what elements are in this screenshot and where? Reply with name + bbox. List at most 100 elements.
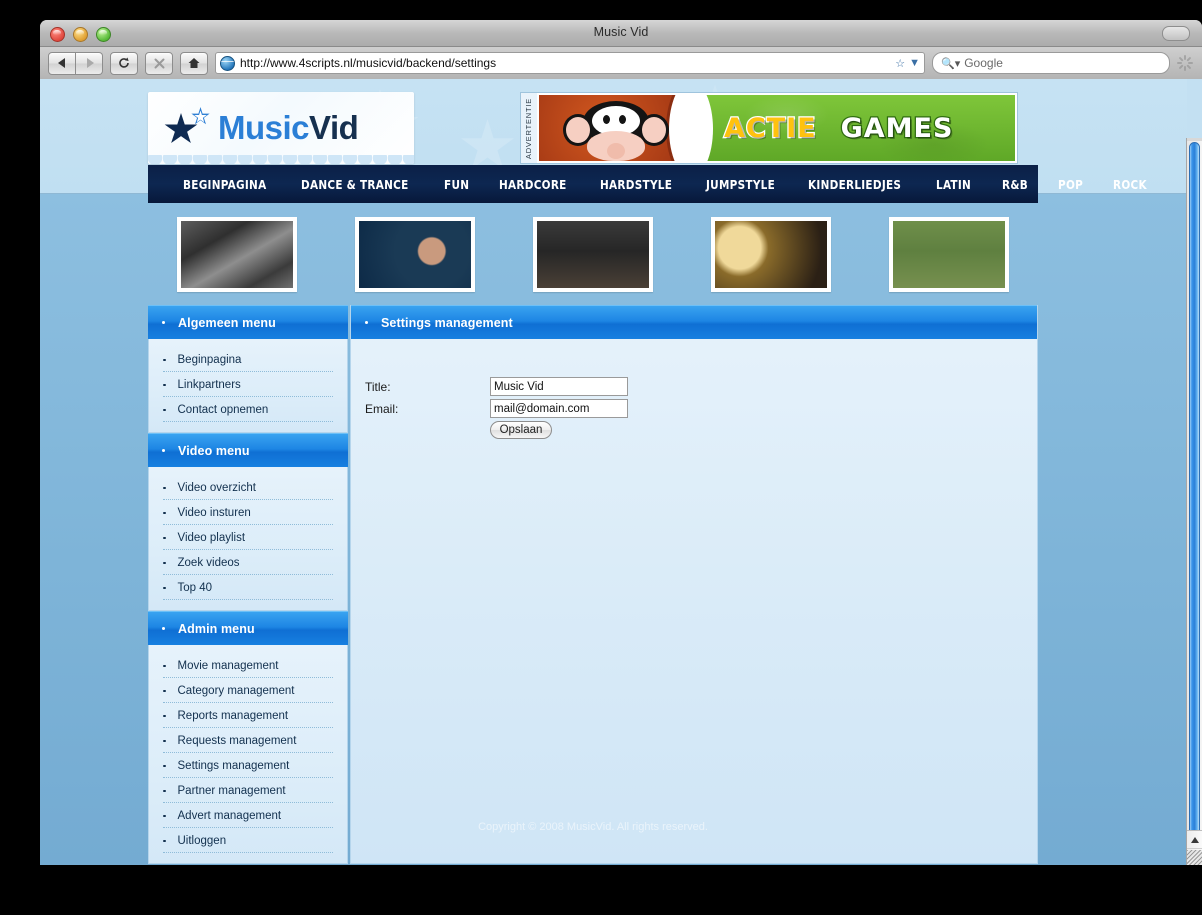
copyright-text: Copyright © 2008 MusicVid. All rights re… (478, 821, 708, 833)
logo-text-music: Music (218, 109, 310, 146)
star-logo-icon (164, 107, 218, 149)
sidebar-item-label: Settings management (177, 760, 290, 772)
sidebar-item-settings-management[interactable]: Settings management (163, 757, 333, 778)
bullet-icon (163, 586, 166, 590)
chevron-down-icon[interactable]: ▼ (909, 57, 920, 69)
sidebar-item-video-overzicht[interactable]: Video overzicht (163, 479, 333, 500)
sidebar-panel-header-admin[interactable]: Admin menu (148, 611, 348, 645)
sidebar-item-label: Movie management (177, 660, 279, 672)
sidebar-item-category-management[interactable]: Category management (163, 682, 333, 703)
scrollbar-thumb[interactable] (1189, 142, 1200, 865)
nav-item-hardcore[interactable]: HARDCORE (486, 177, 580, 192)
site-logo[interactable]: MusicVid (148, 92, 414, 164)
nav-item-beginpagina[interactable]: BEGINPAGINA (170, 177, 279, 192)
sidebar-item-uitloggen[interactable]: Uitloggen (163, 832, 333, 853)
title-input[interactable] (490, 377, 628, 396)
page-viewport: MusicVid ADVERTENTIE ACTIE GAMES BEGINPA… (40, 79, 1202, 865)
spinner-icon (1176, 54, 1194, 72)
nav-item-rock[interactable]: ROCK (1100, 177, 1160, 192)
nav-item-pop[interactable]: POP (1045, 177, 1096, 192)
sidebar-item-beginpagina[interactable]: Beginpagina (163, 351, 333, 372)
bullet-icon (163, 561, 166, 565)
sidebar-item-label: Category management (177, 685, 295, 697)
browser-window: Music Vid http://www.4scripts.nl/musicvi… (40, 20, 1202, 865)
save-button[interactable]: Opslaan (490, 421, 552, 439)
reload-button[interactable] (110, 51, 138, 75)
window-title-bar: Music Vid (40, 20, 1202, 47)
browser-toolbar: http://www.4scripts.nl/musicvid/backend/… (40, 47, 1202, 80)
advertisement-banner[interactable]: ADVERTENTIE ACTIE GAMES (520, 92, 1018, 164)
sidebar-panel-title: Admin menu (178, 621, 255, 636)
sidebar-item-top-40[interactable]: Top 40 (163, 579, 333, 600)
video-thumbnail-1[interactable] (177, 216, 297, 292)
nav-item-fun[interactable]: FUN (431, 177, 482, 192)
bullet-icon (162, 627, 165, 630)
nav-item-rnb[interactable]: R&B (989, 177, 1041, 192)
sidebar-item-contact-opnemen[interactable]: Contact opnemen (163, 401, 333, 422)
forward-button[interactable] (76, 51, 103, 75)
sidebar-item-video-insturen[interactable]: Video insturen (163, 504, 333, 525)
sidebar-item-reports-management[interactable]: Reports management (163, 707, 333, 728)
sidebar-item-linkpartners[interactable]: Linkpartners (163, 376, 333, 397)
site-container: MusicVid ADVERTENTIE ACTIE GAMES BEGINPA… (148, 79, 1146, 864)
page-title: Settings management (381, 315, 513, 330)
scroll-up-button[interactable] (1187, 831, 1202, 849)
nav-item-jumpstyle[interactable]: JUMPSTYLE (693, 177, 788, 192)
sidebar-panel-video: Video menu Video overzicht Video insture… (148, 433, 348, 611)
navigation-buttons (48, 51, 103, 75)
sidebar-panel-body-algemeen: Beginpagina Linkpartners Contact opnemen (148, 339, 348, 433)
sidebar-panel-title: Video menu (178, 443, 250, 458)
bullet-icon (163, 536, 166, 540)
bullet-icon (163, 789, 166, 793)
bullet-icon (365, 321, 368, 324)
sidebar-item-label: Reports management (177, 710, 289, 722)
vertical-scrollbar[interactable] (1186, 138, 1202, 865)
nav-item-kinderliedjes[interactable]: KINDERLIEDJES (795, 177, 914, 192)
advertisement-creative[interactable]: ACTIE GAMES (537, 93, 1017, 163)
main-content-area: Algemeen menu Beginpagina Linkpartners C… (148, 305, 1038, 864)
search-input[interactable]: 🔍▾ Google (932, 52, 1170, 74)
nav-item-hardstyle[interactable]: HARDSTYLE (587, 177, 685, 192)
scrollbar-track[interactable] (1187, 138, 1202, 141)
sidebar: Algemeen menu Beginpagina Linkpartners C… (148, 305, 348, 864)
main-navigation: BEGINPAGINA DANCE & TRANCE FUN HARDCORE … (148, 165, 1146, 203)
home-button[interactable] (180, 51, 208, 75)
monkey-mascot-icon (561, 101, 671, 161)
nav-item-dance-trance[interactable]: DANCE & TRANCE (288, 177, 422, 192)
stop-button[interactable] (145, 51, 173, 75)
star-icon[interactable]: ☆ (895, 57, 905, 70)
sidebar-panel-header-video[interactable]: Video menu (148, 433, 348, 467)
sidebar-item-label: Video overzicht (177, 482, 256, 494)
resize-grip[interactable] (1187, 850, 1202, 865)
video-thumbnail-2[interactable] (355, 216, 475, 292)
video-thumbnail-4[interactable] (711, 216, 831, 292)
logo-text-vid: Vid (309, 109, 359, 146)
address-bar[interactable]: http://www.4scripts.nl/musicvid/backend/… (215, 52, 925, 74)
sidebar-panel-header-algemeen[interactable]: Algemeen menu (148, 305, 348, 339)
video-thumbnail-5[interactable] (889, 216, 1009, 292)
sidebar-item-label: Zoek videos (177, 557, 240, 569)
sidebar-item-label: Requests management (177, 735, 297, 747)
title-field-label: Title: (365, 379, 391, 394)
bullet-icon (163, 739, 166, 743)
bullet-icon (163, 408, 166, 412)
back-button[interactable] (48, 51, 76, 75)
bullet-icon (162, 321, 165, 324)
sidebar-item-video-playlist[interactable]: Video playlist (163, 529, 333, 550)
toolbar-toggle-button[interactable] (1162, 26, 1190, 41)
email-input[interactable] (490, 399, 628, 418)
bookmark-controls[interactable]: ☆ ▼ (889, 57, 920, 70)
bullet-icon (163, 383, 166, 387)
sidebar-panel-title: Algemeen menu (178, 315, 276, 330)
sidebar-item-movie-management[interactable]: Movie management (163, 657, 333, 678)
sidebar-item-label: Video insturen (177, 507, 251, 519)
sidebar-item-requests-management[interactable]: Requests management (163, 732, 333, 753)
video-thumbnail-3[interactable] (533, 216, 653, 292)
sidebar-item-label: Top 40 (177, 582, 213, 594)
featured-video-strip (148, 203, 1038, 305)
sidebar-item-zoek-videos[interactable]: Zoek videos (163, 554, 333, 575)
email-field-label: Email: (365, 401, 399, 416)
sidebar-panel-algemeen: Algemeen menu Beginpagina Linkpartners C… (148, 305, 348, 433)
nav-item-latin[interactable]: LATIN (923, 177, 984, 192)
sidebar-item-partner-management[interactable]: Partner management (163, 782, 333, 803)
